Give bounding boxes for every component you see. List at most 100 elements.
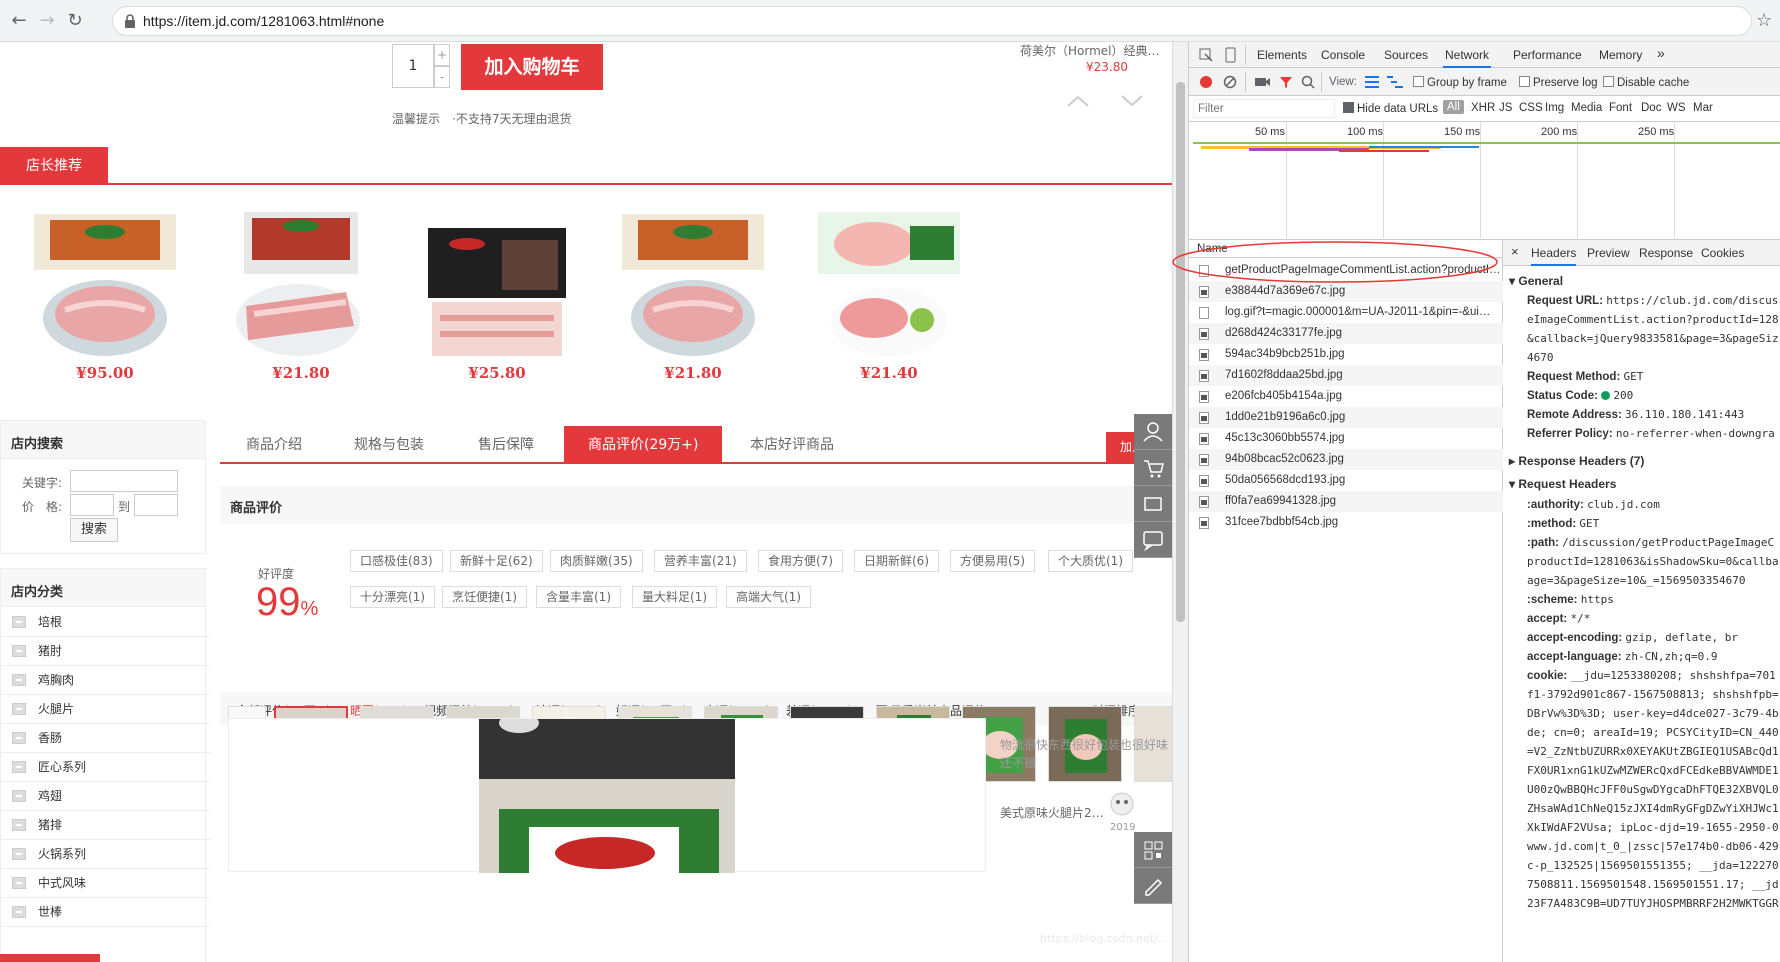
- quantity-minus-button[interactable]: -: [434, 66, 450, 88]
- category-item[interactable]: 猪排: [0, 811, 210, 840]
- cart-float-button[interactable]: [1134, 450, 1172, 486]
- ticket-float-button[interactable]: [1134, 486, 1172, 522]
- review-tag[interactable]: 肉质鲜嫩(35): [550, 550, 643, 572]
- add-to-cart-button[interactable]: 加入购物车: [461, 44, 603, 90]
- request-row[interactable]: d268d424c33177fe.jpg: [1189, 323, 1503, 344]
- tab-cookies[interactable]: Cookies: [1701, 246, 1744, 260]
- request-row[interactable]: ff0fa7ea69941328.jpg: [1189, 491, 1503, 512]
- hide-data-urls-checkbox[interactable]: [1343, 102, 1354, 113]
- tab-service[interactable]: 售后保障: [478, 426, 534, 464]
- group-by-frame-option[interactable]: Group by frame: [1413, 76, 1507, 89]
- recommend-product[interactable]: [618, 210, 768, 360]
- clear-icon[interactable]: [1223, 75, 1237, 89]
- quantity-input[interactable]: 1: [392, 44, 434, 88]
- request-row[interactable]: 1dd0e21b9196a6c0.jpg: [1189, 407, 1503, 428]
- tab-preview[interactable]: Preview: [1587, 246, 1630, 260]
- bookmark-star-icon[interactable]: ☆: [1756, 10, 1772, 31]
- reload-icon[interactable]: ↻: [64, 10, 86, 32]
- type-filter-xhr[interactable]: XHR: [1471, 102, 1495, 114]
- review-tag[interactable]: 高端大气(1): [726, 586, 811, 608]
- type-filter-css[interactable]: CSS: [1519, 102, 1543, 114]
- request-headers-section[interactable]: ▾ Request Headers: [1509, 477, 1616, 491]
- filter-icon[interactable]: [1279, 75, 1293, 89]
- chevron-up-icon[interactable]: [1066, 94, 1090, 108]
- scrollbar-thumb[interactable]: [1176, 82, 1185, 622]
- recommend-product[interactable]: [30, 210, 180, 360]
- request-row[interactable]: 7d1602f8ddaa25bd.jpg: [1189, 365, 1503, 386]
- type-filter-font[interactable]: Font: [1609, 102, 1632, 114]
- preserve-log-option[interactable]: Preserve log: [1519, 76, 1598, 89]
- category-item[interactable]: 培根: [0, 608, 210, 637]
- message-float-button[interactable]: [1134, 522, 1172, 558]
- category-item[interactable]: 鸡胸肉: [0, 666, 210, 695]
- user-float-button[interactable]: [1134, 414, 1172, 450]
- search-icon[interactable]: [1301, 75, 1315, 89]
- tab-sources[interactable]: Sources: [1384, 48, 1428, 62]
- price-min-input[interactable]: [70, 494, 114, 516]
- request-row[interactable]: 31fcee7bdbbf54cb.jpg: [1189, 512, 1503, 533]
- category-item[interactable]: 猪肘: [0, 637, 210, 666]
- preserve-log-checkbox[interactable]: [1519, 76, 1530, 87]
- type-filter-manifest[interactable]: Mar: [1693, 102, 1713, 114]
- response-headers-section[interactable]: ▸ Response Headers (7): [1509, 454, 1644, 468]
- page-scrollbar[interactable]: [1172, 42, 1188, 962]
- review-tag[interactable]: 食用方便(7): [758, 550, 843, 572]
- review-tag[interactable]: 个大质优(1): [1048, 550, 1133, 572]
- back-icon[interactable]: ←: [8, 10, 30, 32]
- group-by-frame-checkbox[interactable]: [1413, 76, 1424, 87]
- recommend-product[interactable]: [814, 210, 964, 360]
- tab-intro[interactable]: 商品介绍: [246, 426, 302, 464]
- screenshot-icon[interactable]: [1255, 76, 1271, 88]
- tab-spec[interactable]: 规格与包装: [354, 426, 424, 464]
- quantity-plus-button[interactable]: +: [434, 44, 450, 66]
- review-image-viewer[interactable]: [228, 713, 986, 873]
- device-toolbar-icon[interactable]: [1223, 47, 1237, 63]
- tab-response[interactable]: Response: [1639, 246, 1693, 260]
- tab-network[interactable]: Network: [1442, 48, 1492, 68]
- review-tag[interactable]: 十分漂亮(1): [350, 586, 435, 608]
- request-row[interactable]: 45c13c3060bb5574.jpg: [1189, 428, 1503, 449]
- tab-reviews[interactable]: 商品评价(29万+): [564, 426, 723, 464]
- hide-data-urls-option[interactable]: Hide data URLs: [1343, 102, 1438, 115]
- type-filter-img[interactable]: Img: [1545, 102, 1564, 114]
- tab-headers[interactable]: Headers: [1531, 246, 1577, 266]
- chevron-down-icon[interactable]: [1120, 94, 1144, 108]
- category-item[interactable]: 火腿片: [0, 695, 210, 724]
- network-timeline[interactable]: 50 ms 100 ms 150 ms 200 ms 250 ms: [1189, 122, 1780, 240]
- tab-performance[interactable]: Performance: [1513, 48, 1582, 62]
- tab-store-good[interactable]: 本店好评商品: [750, 426, 834, 464]
- recommend-product[interactable]: [422, 210, 572, 360]
- type-filter-doc[interactable]: Doc: [1641, 102, 1661, 114]
- qrcode-float-button[interactable]: [1134, 832, 1172, 868]
- store-search-button[interactable]: 搜索: [70, 518, 118, 542]
- more-tabs-icon[interactable]: »: [1657, 45, 1665, 61]
- tab-elements[interactable]: Elements: [1257, 48, 1307, 62]
- close-icon[interactable]: ×: [1511, 244, 1519, 259]
- recommend-product[interactable]: [226, 210, 376, 360]
- category-item[interactable]: 匠心系列: [0, 753, 210, 782]
- review-tag[interactable]: 方便易用(5): [950, 550, 1035, 572]
- tab-memory[interactable]: Memory: [1599, 48, 1642, 62]
- type-filter-all[interactable]: All: [1443, 100, 1464, 114]
- review-tag[interactable]: 新鲜十足(62): [450, 550, 543, 572]
- review-tag[interactable]: 口感极佳(83): [350, 550, 443, 572]
- waterfall-view-icon[interactable]: [1387, 76, 1403, 88]
- disable-cache-option[interactable]: Disable cache: [1603, 76, 1689, 89]
- disable-cache-checkbox[interactable]: [1603, 76, 1614, 87]
- tab-console[interactable]: Console: [1321, 48, 1365, 62]
- category-item[interactable]: 世棒: [0, 898, 210, 927]
- type-filter-media[interactable]: Media: [1571, 102, 1602, 114]
- category-item[interactable]: 火锅系列: [0, 840, 210, 869]
- request-row[interactable]: 594ac34b9bcb251b.jpg: [1189, 344, 1503, 365]
- forward-icon[interactable]: →: [36, 10, 58, 32]
- network-filter-input[interactable]: [1193, 99, 1335, 118]
- category-item[interactable]: 中式风味: [0, 869, 210, 898]
- price-max-input[interactable]: [134, 494, 178, 516]
- request-row[interactable]: 94b08bcac52c0623.jpg: [1189, 449, 1503, 470]
- list-view-icon[interactable]: [1365, 76, 1379, 88]
- request-row[interactable]: e206fcb405b4154a.jpg: [1189, 386, 1503, 407]
- category-item[interactable]: 鸡翅: [0, 782, 210, 811]
- review-product-name[interactable]: 美式原味火腿片2…: [1000, 804, 1104, 821]
- record-icon[interactable]: [1199, 75, 1213, 89]
- review-tag[interactable]: 营养丰富(21): [654, 550, 747, 572]
